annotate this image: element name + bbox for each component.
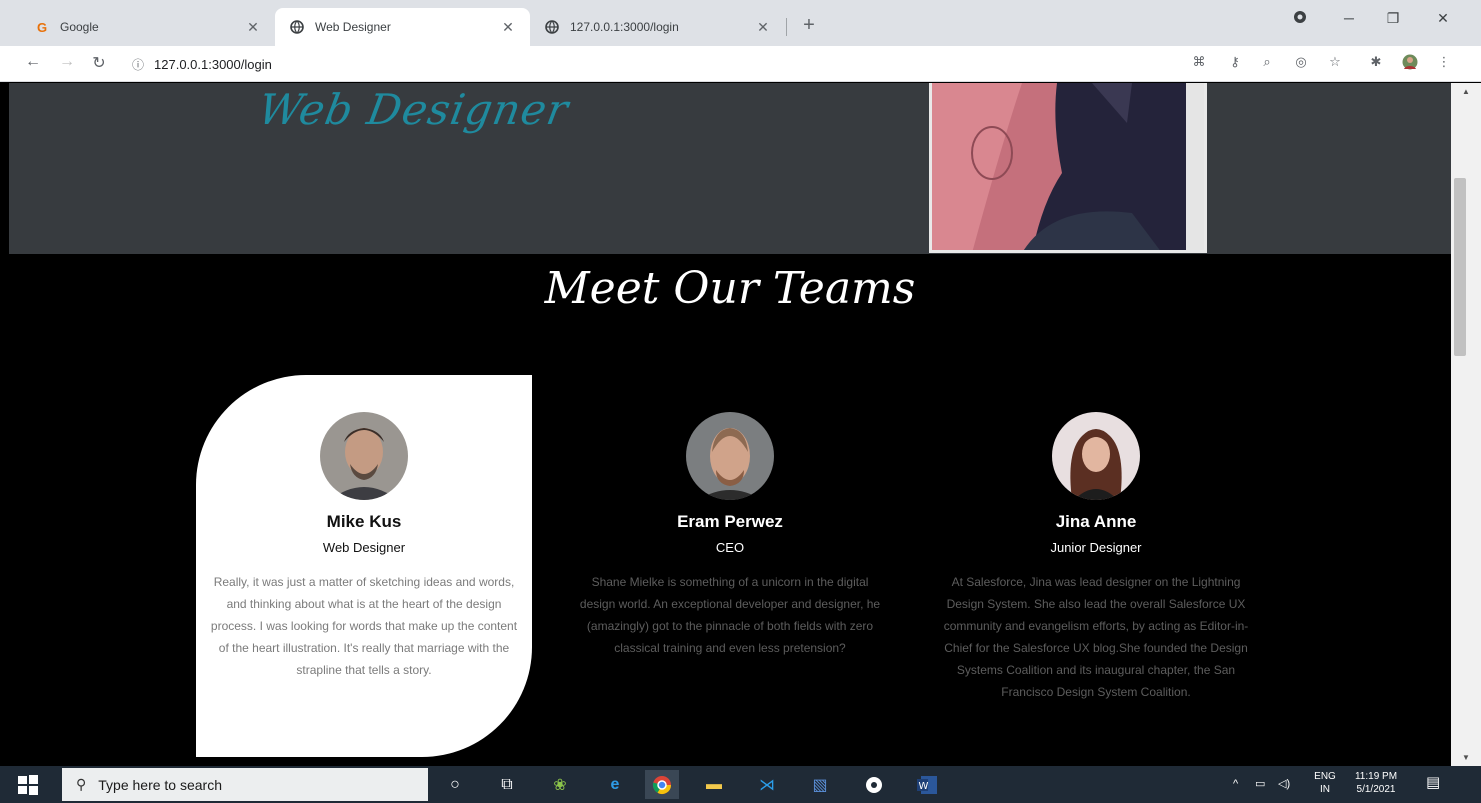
close-tab-icon[interactable]: ✕ [245, 19, 261, 36]
avatar-icon[interactable] [1400, 54, 1420, 73]
reload-icon[interactable]: ↻ [88, 53, 110, 73]
restore-icon[interactable]: ❐ [1378, 10, 1408, 27]
notifications-icon[interactable]: ▤ [1426, 775, 1440, 790]
tab-title: Web Designer [315, 20, 391, 34]
language-indicator[interactable]: ENG IN [1310, 770, 1340, 796]
cortana-icon[interactable]: ○ [438, 770, 472, 799]
key-icon[interactable]: ⚷ [1225, 54, 1245, 70]
zoom-icon[interactable]: ⌕ [1257, 54, 1277, 70]
member-name: Jina Anne [1055, 512, 1137, 531]
forward-icon[interactable]: → [56, 53, 78, 71]
app-circle-icon[interactable] [857, 770, 891, 799]
menu-kebab-icon[interactable]: ⋮ [1434, 54, 1454, 70]
region-code: IN [1320, 784, 1330, 795]
tab-strip: G Google ✕ Web Designer ✕ 127.0.0.1:3000… [0, 0, 1481, 46]
paint-icon[interactable]: ❀ [543, 770, 577, 799]
tab-google[interactable]: G Google ✕ [20, 8, 275, 46]
extensions-icon[interactable]: ✱ [1366, 54, 1386, 70]
language-code: ENG [1314, 771, 1336, 782]
url-text: 127.0.0.1:3000/login [154, 56, 272, 72]
browser-toolbar: ← → ↻ ⓘ 127.0.0.1:3000/login ⌘ ⚷ ⌕ ◎ ☆ ✱… [0, 46, 1481, 82]
member-bio: At Salesforce, Jina was lead designer on… [943, 575, 1249, 699]
file-explorer-icon[interactable]: ▬ [697, 770, 731, 799]
close-tab-icon[interactable]: ✕ [500, 19, 516, 36]
team-card-jina-anne[interactable]: Jina Anne Junior Designer At Salesforce,… [928, 375, 1264, 757]
address-bar[interactable]: ⓘ 127.0.0.1:3000/login [132, 51, 1172, 77]
scroll-down-icon[interactable]: ▼ [1451, 753, 1481, 762]
avatar [320, 412, 408, 500]
translate-icon[interactable]: ⌘ [1189, 54, 1209, 70]
close-tab-icon[interactable]: ✕ [755, 19, 771, 36]
back-icon[interactable]: ← [22, 53, 44, 71]
scroll-up-icon[interactable]: ▲ [1451, 87, 1481, 96]
member-role: Web Designer [322, 540, 406, 555]
chrome-icon[interactable] [645, 770, 679, 799]
profile-icon[interactable] [1285, 10, 1315, 27]
globe-icon [289, 19, 305, 35]
tab-title: 127.0.0.1:3000/login [570, 20, 679, 34]
team-card-mike-kus[interactable]: Mike Kus Web Designer Really, it was jus… [196, 375, 532, 757]
hero-image [929, 83, 1207, 253]
info-icon[interactable]: ⓘ [132, 56, 144, 73]
brand-logo-text[interactable]: Web Designer [255, 85, 573, 134]
minimize-icon[interactable]: ─ [1334, 10, 1364, 26]
tab-title: Google [60, 20, 99, 34]
tray-chevron-icon[interactable]: ^ [1233, 778, 1238, 791]
network-icon[interactable]: ▭ [1255, 778, 1265, 791]
close-window-icon[interactable]: ✕ [1428, 10, 1458, 27]
clock-date: 5/1/2021 [1356, 784, 1396, 795]
svg-text:W: W [919, 781, 929, 792]
member-bio: Shane Mielke is something of a unicorn i… [579, 575, 881, 655]
scrollbar-thumb[interactable] [1454, 178, 1466, 356]
taskbar-search-input[interactable]: ⚲ Type here to search [62, 768, 428, 801]
hero-section: Web Designer [9, 83, 1451, 254]
globe-icon [544, 19, 560, 35]
tab-web-designer[interactable]: Web Designer ✕ [275, 8, 530, 46]
search-icon: ⚲ [76, 776, 87, 792]
eye-off-icon[interactable]: ◎ [1291, 54, 1311, 70]
windows-start-icon[interactable] [18, 775, 38, 795]
word-icon[interactable]: W [910, 770, 944, 799]
avatar [686, 412, 774, 500]
member-role: CEO [715, 540, 745, 555]
google-g-icon: G [36, 19, 48, 35]
member-role: Junior Designer [1050, 540, 1142, 555]
avatar [1052, 412, 1140, 500]
tab-login[interactable]: 127.0.0.1:3000/login ✕ [530, 8, 785, 46]
volume-icon[interactable]: ◁) [1278, 778, 1290, 791]
bookmark-star-icon[interactable]: ☆ [1325, 54, 1345, 70]
app-icon[interactable]: ▧ [803, 770, 837, 799]
windows-taskbar: ⚲ Type here to search ○ ⧉ ❀ e ▬ ⋊ ▧ W ^ … [0, 766, 1481, 803]
task-view-icon[interactable]: ⧉ [490, 770, 524, 799]
tab-separator [786, 18, 787, 36]
team-card-eram-perwez[interactable]: Eram Perwez CEO Shane Mielke is somethin… [562, 375, 898, 757]
member-bio: Really, it was just a matter of sketchin… [210, 575, 518, 677]
edge-icon[interactable]: e [598, 770, 632, 799]
clock-time: 11:19 PM [1354, 771, 1398, 782]
member-name: Eram Perwez [677, 512, 783, 531]
member-name: Mike Kus [326, 512, 402, 531]
search-placeholder: Type here to search [98, 776, 223, 793]
new-tab-icon[interactable]: + [797, 14, 821, 37]
teams-heading: Meet Our Teams [544, 263, 916, 314]
clock[interactable]: 11:19 PM 5/1/2021 [1346, 770, 1406, 796]
vscode-icon[interactable]: ⋊ [750, 770, 784, 799]
page-viewport: Web Designer Meet Our Teams Mike Kus Web… [9, 83, 1451, 766]
